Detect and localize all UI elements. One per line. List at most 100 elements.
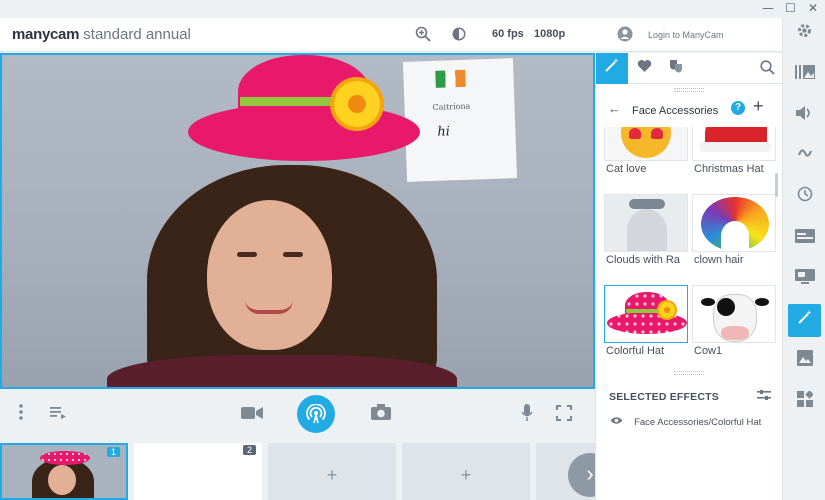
wall-poster: Caitríona hi	[402, 58, 518, 182]
category-title: Face Accessories	[632, 105, 719, 117]
zoom-icon[interactable]	[415, 26, 431, 46]
effect-label: Cat love	[606, 163, 647, 175]
theater-masks-icon	[670, 60, 682, 73]
selected-effects-heading: SELECTED EFFECTS	[609, 391, 719, 403]
cow-ear	[701, 298, 715, 306]
cow-ear	[755, 298, 769, 306]
add-effect-button[interactable]: +	[753, 96, 764, 117]
effects-scrollbar[interactable]	[775, 173, 778, 197]
help-icon[interactable]: ?	[731, 101, 745, 115]
resize-handle[interactable]	[674, 88, 704, 92]
media-library-icon[interactable]	[788, 58, 821, 91]
effects-panel: ← Face Accessories ? + Cat love Christma…	[595, 53, 783, 500]
heart-eye-icon	[629, 128, 641, 139]
close-button[interactable]: ✕	[808, 1, 818, 15]
video-record-icon[interactable]	[241, 405, 263, 425]
irish-flag-icon	[435, 69, 466, 88]
broadcast-button[interactable]	[297, 395, 335, 433]
audio-volume-icon[interactable]	[788, 99, 821, 132]
tab-effects[interactable]	[596, 53, 628, 84]
brightness-icon[interactable]	[451, 26, 467, 46]
minimize-button[interactable]: —	[762, 1, 774, 15]
resize-handle[interactable]	[674, 371, 704, 375]
poster-text: Caitríona	[432, 101, 471, 112]
effect-label: Colorful Hat	[606, 345, 665, 357]
effects-grid: Cat love Christmas Hat Clouds with Ra cl…	[604, 127, 779, 371]
magic-wand-icon	[605, 58, 619, 72]
presentation-icon[interactable]	[788, 263, 821, 296]
effect-thumbnail	[692, 127, 776, 161]
maximize-button[interactable]: ☐	[785, 1, 796, 15]
add-icon: +	[326, 465, 338, 485]
effect-thumbnail	[604, 127, 688, 161]
selected-effect-row[interactable]: Face Accessories/Colorful Hat	[610, 416, 761, 428]
head-silhouette	[627, 209, 667, 251]
left-eye	[237, 252, 257, 257]
history-clock-icon[interactable]	[788, 181, 821, 214]
manycam-app: — ☐ ✕ manycam standard annual 60 fps 108…	[0, 0, 825, 500]
smile	[245, 300, 293, 314]
cloud-icon	[629, 199, 665, 209]
add-icon: +	[460, 465, 472, 485]
effect-label: Cow1	[694, 345, 723, 357]
resolution-selector[interactable]: 1080p	[534, 28, 565, 40]
fullscreen-icon[interactable]	[556, 405, 572, 426]
effect-thumbnail	[692, 285, 776, 343]
person-shirt	[107, 355, 457, 387]
thumb-face	[48, 465, 76, 495]
santa-hat-trim	[699, 142, 771, 152]
presets-strip: 1 2 + +	[0, 440, 595, 500]
category-header: ← Face Accessories ? +	[596, 96, 783, 121]
selected-effect-name: Face Accessories/Colorful Hat	[634, 417, 762, 428]
search-icon[interactable]	[760, 60, 775, 78]
effects-settings-icon[interactable]	[757, 389, 771, 403]
thumb-hat	[40, 451, 90, 465]
colorful-hat-effect	[188, 55, 420, 165]
playlist-icon[interactable]	[50, 405, 66, 425]
visibility-eye-icon[interactable]	[610, 416, 626, 428]
preset-thumbnail-1[interactable]: 1	[0, 443, 128, 500]
draw-scribble-icon[interactable]	[788, 140, 821, 173]
preset-thumbnail-2[interactable]: 2	[134, 443, 262, 500]
lower-thirds-icon[interactable]	[788, 222, 821, 255]
fps-selector[interactable]: 60 fps	[492, 28, 524, 40]
effect-thumbnail	[604, 285, 688, 343]
window-titlebar: — ☐ ✕	[0, 0, 825, 18]
login-link[interactable]: Login to ManyCam	[648, 30, 724, 40]
snapshot-camera-icon[interactable]	[371, 404, 391, 425]
cow-spot	[717, 298, 735, 316]
tab-masks[interactable]	[660, 53, 692, 84]
effect-thumbnail	[604, 194, 688, 252]
heart-eye-icon	[651, 128, 663, 139]
app-logo: manycam standard annual	[12, 26, 191, 43]
preset-number: 1	[106, 447, 120, 457]
user-avatar-icon[interactable]	[617, 26, 633, 46]
image-icon[interactable]	[788, 345, 821, 378]
plan-name: standard annual	[83, 26, 191, 43]
heart-icon	[637, 60, 651, 72]
person-face	[207, 200, 332, 350]
video-preview[interactable]: Caitríona hi	[0, 53, 595, 389]
cow-nose	[721, 326, 749, 340]
right-sidebar	[782, 18, 825, 500]
broadcast-icon	[306, 404, 326, 424]
effect-label: clown hair	[694, 254, 744, 266]
add-preset-slot-3[interactable]: +	[268, 443, 396, 500]
widgets-icon[interactable]	[788, 386, 821, 419]
effect-label: Christmas Hat	[694, 163, 764, 175]
microphone-icon[interactable]	[521, 404, 533, 427]
tab-favorites[interactable]	[628, 53, 660, 84]
add-preset-slot-4[interactable]: +	[402, 443, 530, 500]
wig-center	[721, 221, 749, 251]
flower-icon	[659, 302, 675, 318]
panel-tabs	[596, 53, 783, 84]
effect-label: Clouds with Ra	[606, 254, 680, 266]
top-toolbar: manycam standard annual 60 fps 1080p Log…	[0, 18, 782, 52]
back-arrow-icon[interactable]: ←	[608, 101, 621, 116]
effect-thumbnail	[692, 194, 776, 252]
effects-magic-wand-icon[interactable]	[788, 304, 821, 337]
settings-gear-icon[interactable]	[788, 18, 821, 51]
poster-hi: hi	[437, 124, 451, 140]
right-eye	[283, 252, 303, 257]
more-options-icon[interactable]	[17, 403, 25, 426]
